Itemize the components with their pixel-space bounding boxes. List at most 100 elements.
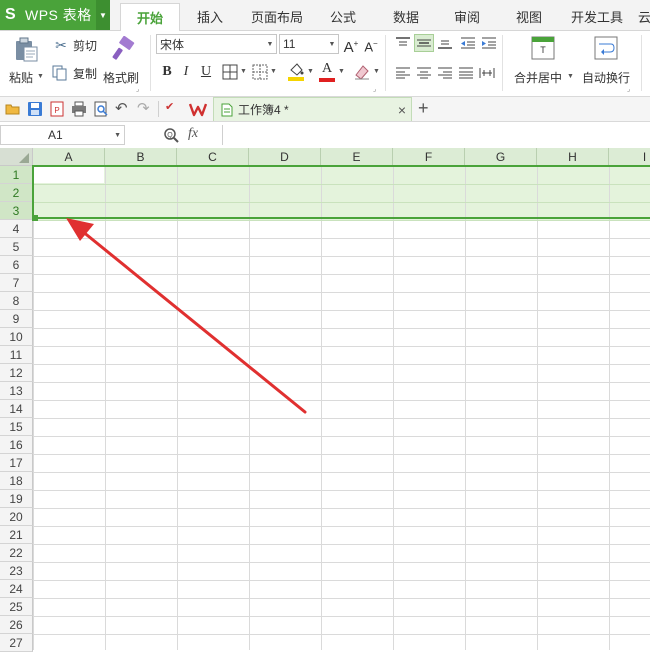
increase-font-icon[interactable]: A+ [342, 35, 360, 56]
cell-style-icon[interactable] [252, 64, 268, 80]
font-size-value: 11 [283, 37, 296, 51]
tab-home[interactable]: 开始 [120, 3, 180, 31]
clipboard-launcher-icon[interactable]: ⌟ [136, 85, 139, 93]
document-tab[interactable]: 工作簿4 * × [213, 97, 412, 121]
undo-icon[interactable]: ↶ [115, 99, 128, 117]
paste-icon [16, 37, 38, 62]
svg-text:T: T [540, 45, 546, 55]
open-folder-icon[interactable] [5, 101, 21, 117]
divider [150, 35, 151, 91]
font-color-icon: A [321, 61, 333, 76]
scissors-icon: ✂ [55, 37, 67, 53]
formula-input[interactable] [222, 125, 650, 145]
clear-format-dropdown-icon[interactable]: ▼ [373, 68, 380, 75]
spreadsheet-doc-icon [221, 103, 233, 116]
tab-data[interactable]: 数据 [386, 3, 426, 30]
tab-developer[interactable]: 开发工具 [565, 3, 629, 30]
copy-label: 复制 [73, 66, 98, 81]
font-size-select[interactable]: 11 ▼ [279, 34, 339, 54]
tab-insert[interactable]: 插入 [190, 3, 230, 30]
font-color-dropdown-icon[interactable]: ▼ [338, 68, 345, 75]
format-painter-button[interactable]: 格式刷 [103, 35, 145, 91]
name-box-value: A1 [48, 128, 63, 142]
divider [502, 35, 503, 91]
font-launcher-icon[interactable]: ⌟ [373, 85, 376, 93]
bold-button[interactable]: B [158, 63, 176, 81]
insert-function-icon[interactable]: fx [188, 126, 198, 142]
align-right-icon[interactable] [437, 66, 453, 80]
tab-formulas[interactable]: 公式 [323, 3, 363, 30]
align-middle-button[interactable] [414, 34, 434, 52]
print-preview-icon[interactable] [93, 101, 109, 117]
decrease-font-icon[interactable]: A− [362, 35, 380, 54]
auto-wrap-button[interactable]: 自动换行 [580, 35, 632, 91]
align-middle-icon [417, 39, 431, 47]
merge-center-icon: T [531, 36, 555, 60]
chevron-down-icon: ▼ [328, 40, 336, 48]
print-icon[interactable] [71, 101, 87, 117]
divider [385, 35, 386, 91]
tab-view[interactable]: 视图 [509, 3, 549, 30]
name-box[interactable]: A1 ▼ [0, 125, 125, 145]
tab-cloud[interactable]: 云 [638, 3, 650, 30]
align-top-icon[interactable] [395, 36, 411, 50]
fill-color-dropdown-icon[interactable]: ▼ [307, 68, 314, 75]
cell-style-dropdown-icon[interactable]: ▼ [270, 68, 277, 75]
distribute-icon[interactable] [479, 66, 495, 80]
clear-format-icon[interactable] [353, 63, 371, 81]
increase-indent-icon[interactable] [481, 36, 497, 50]
fill-color-icon[interactable] [287, 62, 305, 82]
app-menu-dropdown-icon[interactable]: ▼ [96, 0, 110, 30]
copy-button[interactable]: 复制 [52, 63, 100, 83]
zoom-function-icon[interactable]: Q [163, 127, 179, 143]
formula-bar: A1 ▼ Q fx [0, 122, 650, 149]
svg-text:Q: Q [167, 132, 173, 139]
cut-label: 剪切 [73, 38, 98, 53]
tab-page-layout[interactable]: 页面布局 [246, 3, 308, 30]
align-left-icon[interactable] [395, 66, 411, 80]
decrease-indent-icon[interactable] [460, 36, 476, 50]
save-icon[interactable] [27, 101, 43, 117]
format-painter-icon [112, 36, 135, 60]
copy-icon [52, 65, 67, 81]
format-painter-label: 格式刷 [103, 71, 140, 85]
borders-icon[interactable] [222, 64, 238, 80]
font-name-select[interactable]: 宋体 ▼ [156, 34, 277, 54]
chevron-down-icon: ▼ [266, 40, 274, 48]
font-name-value: 宋体 [160, 37, 185, 52]
spreadsheet-grid[interactable]: ABCDEFGHI 1 2 3 4 5 6 7 8 9 10 11 12 13 14 15 16 17 18 19 2… [0, 148, 650, 652]
wps-logo-icon: S [5, 6, 16, 23]
ribbon-home: 粘贴 ▼ ✂ 剪切 复制 格式刷 ⌟ 宋体 ▼ 11 ▼ A+ A− B I U [0, 31, 650, 97]
app-menu-button[interactable]: S WPS 表格 [0, 0, 96, 30]
auto-wrap-icon [594, 36, 618, 60]
app-name: WPS 表格 [25, 7, 92, 23]
align-bottom-icon[interactable] [437, 36, 453, 50]
annotation-arrow [66, 218, 307, 414]
merge-center-label: 合并居中 [514, 71, 563, 85]
italic-button[interactable]: I [177, 63, 195, 81]
chevron-down-icon: ▼ [114, 131, 121, 139]
redo-icon[interactable]: ↷ [137, 99, 150, 117]
align-center-icon[interactable] [416, 66, 432, 80]
menu-bar: S WPS 表格 ▼ 开始 插入 页面布局 公式 数据 审阅 视图 开发工具 云 [0, 0, 650, 31]
merge-center-dropdown-icon[interactable]: ▼ [567, 73, 574, 80]
divider [158, 101, 159, 117]
font-color-swatch [319, 78, 335, 82]
divider [641, 35, 642, 91]
alignment-launcher-icon[interactable]: ⌟ [627, 85, 630, 93]
export-pdf-icon[interactable]: P [49, 101, 65, 117]
font-color-button[interactable]: A [318, 61, 336, 83]
tab-review[interactable]: 审阅 [447, 3, 487, 30]
new-tab-icon[interactable]: + [418, 98, 429, 119]
borders-dropdown-icon[interactable]: ▼ [240, 68, 247, 75]
customize-toolbar-icon[interactable]: ✔ [165, 100, 174, 113]
paste-button[interactable]: 粘贴 ▼ [8, 35, 44, 91]
close-tab-icon[interactable]: × [398, 102, 406, 118]
merge-center-button[interactable]: T 合并居中 ▼ [509, 35, 577, 91]
paste-dropdown-icon[interactable]: ▼ [37, 73, 44, 80]
wps-home-icon[interactable] [189, 100, 207, 118]
underline-button[interactable]: U [197, 63, 215, 81]
cut-button[interactable]: ✂ 剪切 [52, 35, 100, 55]
auto-wrap-label: 自动换行 [582, 71, 631, 85]
justify-icon[interactable] [458, 66, 474, 80]
